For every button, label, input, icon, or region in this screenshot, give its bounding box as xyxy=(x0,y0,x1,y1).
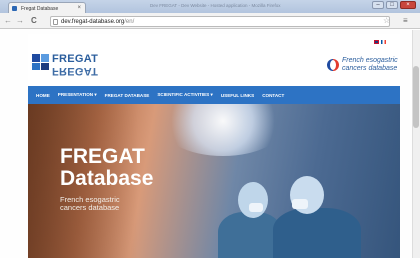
hero-title: FREGAT xyxy=(60,145,145,168)
page-icon xyxy=(53,19,58,25)
surgeon-cap xyxy=(238,182,268,218)
bookmark-star-icon[interactable]: ☆ xyxy=(383,16,390,25)
menu-item-useful-links[interactable]: USEFUL LINKS xyxy=(221,93,254,98)
back-icon[interactable]: ← xyxy=(4,16,12,25)
address-host: dev.fregat-database.org xyxy=(61,19,125,25)
menu-item-fregat-database[interactable]: FREGAT DATABASE xyxy=(105,93,150,98)
france-badge-icon xyxy=(327,59,339,71)
menu-item-presentation[interactable]: PRESENTATION ▾ xyxy=(58,92,97,98)
logo-reflection: FREGAT xyxy=(52,65,99,77)
web-page: FREGAT FREGAT French esogastric cancers … xyxy=(28,34,400,258)
favicon-icon xyxy=(12,6,17,11)
tagline-line2: cancers database xyxy=(342,65,398,72)
tab-title: Fregat Database xyxy=(21,6,59,12)
fregat-logo-icon[interactable] xyxy=(32,54,49,70)
menu-item-home[interactable]: HOME xyxy=(36,93,50,98)
hero-subtitle-line2: cancers database xyxy=(60,203,120,212)
english-flag-icon[interactable] xyxy=(374,40,379,44)
surgical-lamp-image xyxy=(158,104,288,156)
header-tagline: French esogastric cancers database xyxy=(342,57,398,73)
tagline-line1: French esogastric xyxy=(342,57,398,64)
browser-titlebar: Fregat Database × Dev FREGAT - Dev Websi… xyxy=(0,0,420,13)
menu-item-contact[interactable]: CONTACT xyxy=(262,93,284,98)
surgeon-figure xyxy=(273,208,361,258)
scrollbar-thumb[interactable] xyxy=(413,66,419,128)
reload-icon[interactable]: C xyxy=(31,16,37,25)
surgical-mask xyxy=(292,199,308,209)
browser-menu-icon[interactable]: ≡ xyxy=(403,16,408,25)
browser-tab[interactable]: Fregat Database × xyxy=(8,2,86,13)
menu-item-scientific-activities[interactable]: SCIENTIFIC ACTIVITIES ▾ xyxy=(157,92,212,98)
minimize-button[interactable]: – xyxy=(372,1,384,9)
address-bar[interactable]: dev.fregat-database.org/en/ xyxy=(50,16,390,27)
page-scrollbar[interactable] xyxy=(412,30,420,258)
french-flag-icon[interactable] xyxy=(381,40,386,44)
language-selector xyxy=(374,40,386,44)
surgical-mask xyxy=(249,203,263,212)
page-viewport: FREGAT FREGAT French esogastric cancers … xyxy=(0,30,420,258)
forward-icon[interactable]: → xyxy=(16,16,24,25)
address-path: /en/ xyxy=(124,19,135,25)
logo-text[interactable]: FREGAT xyxy=(52,53,98,65)
hero-title-line2: Database xyxy=(60,167,154,190)
tab-close-icon[interactable]: × xyxy=(77,5,81,11)
maximize-button[interactable]: □ xyxy=(386,1,398,9)
browser-navbar: ← → C dev.fregat-database.org/en/ ☆ ≡ xyxy=(0,13,420,29)
window-controls: – □ × xyxy=(372,1,416,9)
close-window-button[interactable]: × xyxy=(400,1,416,9)
main-menu: HOME PRESENTATION ▾ FREGAT DATABASE SCIE… xyxy=(28,86,400,104)
window-title: Dev FREGAT - Dev Website - Hosted applic… xyxy=(150,3,281,8)
